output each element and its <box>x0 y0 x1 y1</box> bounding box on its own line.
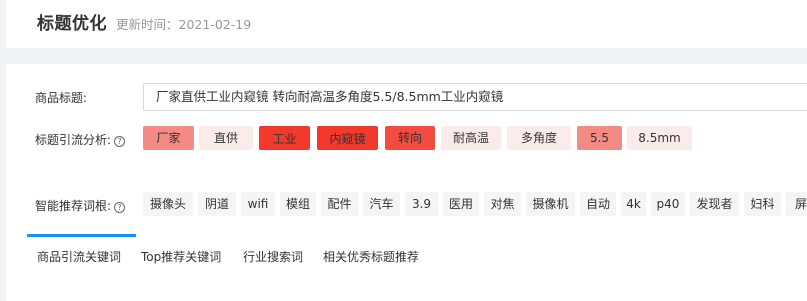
root-word[interactable]: wifi <box>241 192 275 216</box>
root-word[interactable]: 3.9 <box>405 192 438 216</box>
product-title-input[interactable]: 厂家直供工业内窥镜 转向耐高温多角度5.5/8.5mm工业内窥镜 <box>143 83 807 111</box>
root-word[interactable]: 自动 <box>580 192 616 216</box>
tab-related-titles[interactable]: 相关优秀标题推荐 <box>323 234 419 274</box>
keyword-chip[interactable]: 8.5mm <box>627 126 692 150</box>
keyword-chip[interactable]: 5.5 <box>577 126 622 150</box>
tab-traffic-keywords[interactable]: 商品引流关键词 <box>27 234 136 274</box>
question-circle-icon[interactable]: ? <box>114 202 126 213</box>
main-card: 商品标题: 厂家直供工业内窥镜 转向耐高温多角度5.5/8.5mm工业内窥镜 标… <box>6 64 807 301</box>
keyword-tabs: 商品引流关键词 Top推荐关键词 行业搜索词 相关优秀标题推荐 <box>27 234 807 274</box>
recommend-roots-label: 智能推荐词根:? <box>35 198 126 214</box>
tab-top-keywords[interactable]: Top推荐关键词 <box>141 234 221 274</box>
recommend-roots-label-text: 智能推荐词根: <box>35 199 112 213</box>
updated-time: 更新时间：2021-02-19 <box>116 17 252 32</box>
keyword-chip[interactable]: 工业 <box>259 126 310 150</box>
product-title-label: 商品标题: <box>35 91 88 105</box>
root-word[interactable]: 对焦 <box>484 192 521 216</box>
root-word[interactable]: 配件 <box>321 192 358 216</box>
keyword-chip[interactable]: 转向 <box>385 126 435 150</box>
keyword-chip[interactable]: 耐高温 <box>441 126 501 150</box>
root-word[interactable]: 妇科 <box>744 192 781 216</box>
page-header: 标题优化 更新时间：2021-02-19 <box>6 0 807 48</box>
tab-industry-search[interactable]: 行业搜索词 <box>243 234 303 274</box>
title-analysis-label-text: 标题引流分析: <box>35 133 112 147</box>
root-word[interactable]: 屏 <box>786 192 807 216</box>
root-word[interactable]: 模组 <box>280 192 316 216</box>
keyword-chip[interactable]: 直供 <box>199 126 253 150</box>
page-title: 标题优化 <box>37 14 107 34</box>
question-circle-icon[interactable]: ? <box>114 136 126 147</box>
keyword-chip[interactable]: 内窥镜 <box>317 126 378 150</box>
root-word[interactable]: 4k <box>621 192 646 216</box>
root-word[interactable]: 摄像头 <box>143 192 193 216</box>
root-word[interactable]: 摄像机 <box>526 192 575 216</box>
keyword-chip[interactable]: 厂家 <box>143 126 194 150</box>
root-word[interactable]: 阴道 <box>198 192 236 216</box>
root-word[interactable]: 医用 <box>443 192 479 216</box>
root-word[interactable]: 汽车 <box>363 192 400 216</box>
root-word[interactable]: p40 <box>651 192 685 216</box>
title-analysis-label: 标题引流分析:? <box>35 132 126 148</box>
keyword-chip[interactable]: 多角度 <box>507 126 571 150</box>
root-word[interactable]: 发现者 <box>690 192 739 216</box>
